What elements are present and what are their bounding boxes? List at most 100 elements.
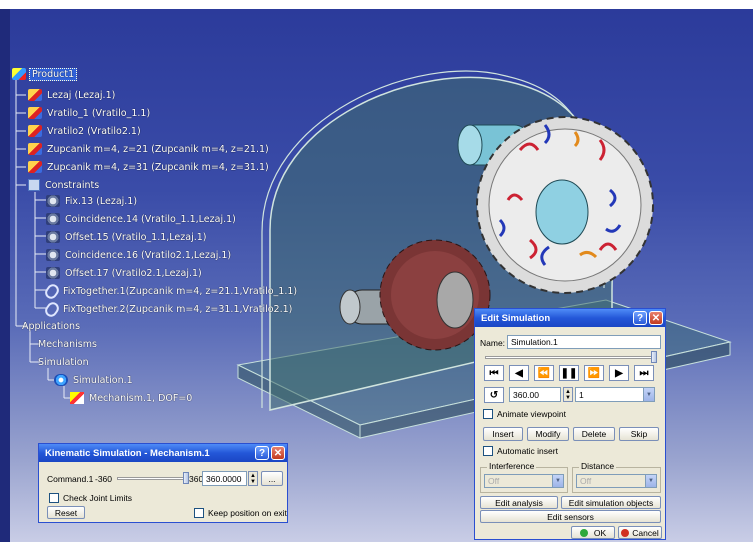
constraints-icon <box>28 179 40 191</box>
skip-forward-icon[interactable]: ⏩ <box>584 365 604 381</box>
edit-simulation-objects-button[interactable]: Edit simulation objects <box>561 496 661 509</box>
tree-constraints[interactable]: Constraints <box>28 178 101 192</box>
jump-to-start-icon[interactable]: ⏮ <box>484 365 504 381</box>
cancel-label: Cancel <box>632 527 659 538</box>
chevron-down-icon[interactable]: ▼ <box>552 475 563 487</box>
tree-applications-label: Applications <box>22 320 81 332</box>
tree-constraint-item[interactable]: Offset.17 (Vratilo2.1,Lezaj.1) <box>46 266 204 280</box>
ok-label: OK <box>593 527 607 538</box>
step-back-icon[interactable]: ◀ <box>509 365 529 381</box>
tree-constraint-label: Offset.17 (Vratilo2.1,Lezaj.1) <box>65 267 202 279</box>
tree-constraint-item[interactable]: Offset.15 (Vratilo_1.1,Lezaj.1) <box>46 230 208 244</box>
tree-simulation[interactable]: Simulation <box>36 355 91 369</box>
tree-constraint-item[interactable]: Coincidence.14 (Vratilo_1.1,Lezaj.1) <box>46 212 238 226</box>
catia-workspace: Product1 Lezaj (Lezaj.1) Vratilo_1 (Vrat… <box>0 0 753 542</box>
checkbox-box[interactable] <box>483 446 493 456</box>
command-value-field[interactable]: 360.0000 <box>202 471 247 486</box>
animate-viewpoint-checkbox[interactable]: Animate viewpoint <box>483 409 566 419</box>
command-slider-track[interactable] <box>117 477 187 480</box>
tree-item-zupcanik-21[interactable]: Zupcanik m=4, z=21 (Zupcanik m=4, z=21.1… <box>28 142 271 156</box>
tree-item-label: Vratilo_1 (Vratilo_1.1) <box>47 107 151 119</box>
jump-to-end-icon[interactable]: ⏭ <box>634 365 654 381</box>
help-button[interactable]: ? <box>255 446 269 460</box>
loop-mode-icon[interactable]: ↺ <box>484 387 504 403</box>
edit-sim-title: Edit Simulation <box>481 312 551 324</box>
edit-simulation-dialog: Edit Simulation ? ✕ Name: Simulation.1 ⏮… <box>474 308 666 540</box>
tree-item-label: Zupcanik m=4, z=21 (Zupcanik m=4, z=21.1… <box>47 143 269 155</box>
animate-viewpoint-label: Animate viewpoint <box>497 409 566 419</box>
check-joint-limits-checkbox[interactable]: Check Joint Limits <box>49 493 132 503</box>
command-value-spinner[interactable]: ▲ ▼ <box>248 471 258 486</box>
tree-item-vratilo1[interactable]: Vratilo_1 (Vratilo_1.1) <box>28 106 152 120</box>
chevron-down-icon[interactable]: ▼ <box>645 475 656 487</box>
checkbox-box[interactable] <box>49 493 59 503</box>
keep-position-checkbox[interactable]: Keep position on exit <box>194 508 287 518</box>
ok-button[interactable]: OK <box>571 526 615 539</box>
time-value-field[interactable]: 360.00 <box>509 387 561 402</box>
automatic-insert-checkbox[interactable]: Automatic insert <box>483 446 558 456</box>
tree-constraint-label: FixTogether.1(Zupcanik m=4, z=21.1,Vrati… <box>63 285 298 297</box>
product-icon <box>12 68 26 80</box>
simulation-name-field[interactable]: Simulation.1 <box>507 335 661 349</box>
close-button[interactable]: ✕ <box>271 446 285 460</box>
distance-combo[interactable]: Off ▼ <box>576 474 657 488</box>
modify-button[interactable]: Modify <box>527 427 569 441</box>
skip-back-icon[interactable]: ⏪ <box>534 365 554 381</box>
tree-item-zupcanik-31[interactable]: Zupcanik m=4, z=31 (Zupcanik m=4, z=31.1… <box>28 160 271 174</box>
checkbox-box[interactable] <box>194 508 204 518</box>
tree-mechanism-item[interactable]: Mechanism.1, DOF=0 <box>70 391 194 405</box>
time-value-spinner[interactable]: ▲ ▼ <box>563 387 573 402</box>
tree-item-vratilo2[interactable]: Vratilo2 (Vratilo2.1) <box>28 124 143 138</box>
tree-constraint-item[interactable]: FixTogether.2(Zupcanik m=4, z=31.1,Vrati… <box>42 299 294 319</box>
fix-together-icon <box>42 281 62 301</box>
tree-item-label: Lezaj (Lezaj.1) <box>47 89 116 101</box>
tree-mechanisms[interactable]: Mechanisms <box>36 337 99 351</box>
cancel-icon <box>621 528 630 537</box>
delete-button[interactable]: Delete <box>573 427 615 441</box>
tree-root[interactable]: Product1 <box>12 67 78 81</box>
simulation-slider-thumb[interactable] <box>651 351 657 363</box>
fix-constraint-icon <box>46 195 60 207</box>
tree-simulation-label: Simulation <box>38 356 89 368</box>
tree-constraint-item[interactable]: Coincidence.16 (Vratilo2.1,Lezaj.1) <box>46 248 233 262</box>
tree-simulation-item[interactable]: Simulation.1 <box>54 373 135 387</box>
tree-root-label: Product1 <box>29 67 78 81</box>
tree-constraint-label: Offset.15 (Vratilo_1.1,Lezaj.1) <box>65 231 207 243</box>
tree-constraint-item[interactable]: Fix.13 (Lezaj.1) <box>46 194 139 208</box>
ok-icon <box>579 528 588 537</box>
edit-sim-title-bar[interactable]: Edit Simulation ? ✕ <box>475 309 665 327</box>
checkbox-box[interactable] <box>483 409 493 419</box>
interference-combo[interactable]: Off ▼ <box>484 474 564 488</box>
kinematic-dialog-title: Kinematic Simulation - Mechanism.1 <box>45 447 210 459</box>
part-icon <box>28 161 42 173</box>
pause-icon[interactable]: ❚❚ <box>559 365 579 381</box>
insert-button[interactable]: Insert <box>483 427 523 441</box>
coincidence-constraint-icon <box>46 249 60 261</box>
mechanism-icon <box>70 392 84 404</box>
small-gear-hub <box>436 271 474 329</box>
simulation-slider-track[interactable] <box>485 356 655 359</box>
tree-applications[interactable]: Applications <box>20 319 82 333</box>
reset-button[interactable]: Reset <box>47 506 85 519</box>
step-combo[interactable]: 1 ▼ <box>575 387 655 402</box>
edit-analysis-button[interactable]: Edit analysis <box>480 496 558 509</box>
close-button[interactable]: ✕ <box>649 311 663 325</box>
skip-button[interactable]: Skip <box>619 427 659 441</box>
distance-label: Distance <box>579 461 617 471</box>
simulation-icon <box>54 374 68 386</box>
check-joint-limits-label: Check Joint Limits <box>63 493 132 503</box>
play-icon[interactable]: ▶ <box>609 365 629 381</box>
name-label: Name: <box>480 338 506 348</box>
chevron-down-icon[interactable]: ▼ <box>643 388 654 401</box>
more-options-button[interactable]: ... <box>261 471 283 486</box>
shaft-right-back-end <box>457 124 483 166</box>
tree-constraint-label: Coincidence.16 (Vratilo2.1,Lezaj.1) <box>65 249 232 261</box>
help-button[interactable]: ? <box>633 311 647 325</box>
kinematic-dialog-title-bar[interactable]: Kinematic Simulation - Mechanism.1 ? ✕ <box>39 444 287 462</box>
cancel-button[interactable]: Cancel <box>618 526 662 539</box>
tree-item-lezaj[interactable]: Lezaj (Lezaj.1) <box>28 88 117 102</box>
tree-constraint-item[interactable]: FixTogether.1(Zupcanik m=4, z=21.1,Vrati… <box>42 281 299 301</box>
part-icon <box>28 143 42 155</box>
edit-sensors-button[interactable]: Edit sensors <box>480 510 661 523</box>
part-icon <box>28 89 42 101</box>
